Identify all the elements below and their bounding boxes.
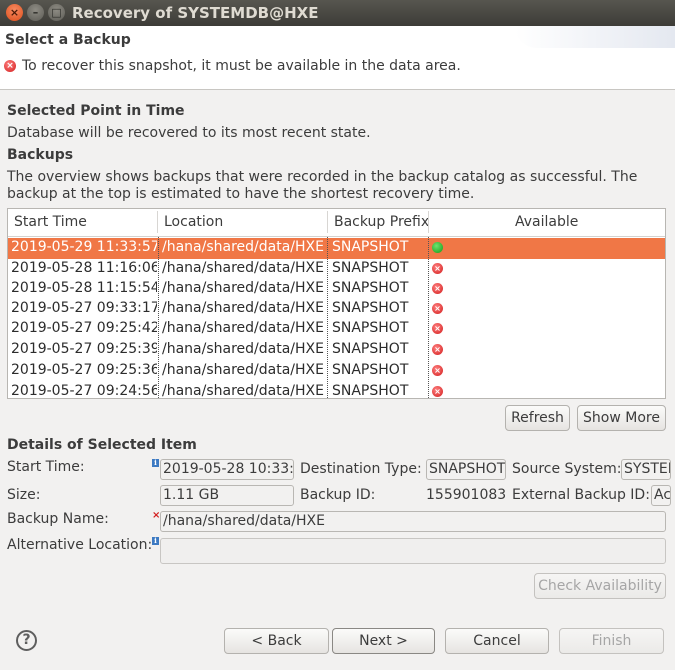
table-row[interactable]: 2019-05-27 09:25:39/hana/shared/data/HXE… bbox=[8, 340, 665, 361]
close-window-icon[interactable]: × bbox=[6, 4, 23, 21]
start-time-label: Start Time: bbox=[7, 459, 85, 475]
unavailable-error-icon: × bbox=[432, 344, 443, 355]
destination-type-label: Destination Type: bbox=[300, 461, 422, 477]
backup-id-value: 1559010837 bbox=[426, 487, 506, 503]
backups-table[interactable]: Start Time Location Backup Prefix Availa… bbox=[7, 208, 666, 399]
table-row[interactable]: 2019-05-27 09:33:17/hana/shared/data/HXE… bbox=[8, 299, 665, 320]
table-row[interactable]: 2019-05-29 11:33:57/hana/shared/data/HXE… bbox=[8, 238, 665, 259]
table-row[interactable]: 2019-05-27 09:25:36/hana/shared/data/HXE… bbox=[8, 361, 665, 382]
wizard-page-title: Select a Backup bbox=[5, 32, 131, 48]
info-icon: i bbox=[152, 537, 159, 545]
details-heading: Details of Selected Item bbox=[7, 437, 197, 453]
wizard-header: Select a Backup × To recover this snapsh… bbox=[0, 26, 675, 90]
table-header: Start Time Location Backup Prefix Availa… bbox=[8, 209, 665, 237]
info-icon: i bbox=[152, 459, 159, 467]
unavailable-error-icon: × bbox=[432, 263, 443, 274]
start-time-cell: 2019-05-27 09:25:39 bbox=[11, 341, 157, 357]
start-time-cell: 2019-05-27 09:25:36 bbox=[11, 362, 157, 378]
refresh-button[interactable]: Refresh bbox=[505, 405, 570, 431]
location-cell: /hana/shared/data/HXE bbox=[162, 320, 324, 336]
start-time-field[interactable]: 2019-05-28 10:33:57 bbox=[160, 459, 294, 480]
minimize-window-icon[interactable]: – bbox=[27, 4, 44, 21]
banner-decoration bbox=[515, 26, 675, 48]
backups-description-line1: The overview shows backups that were rec… bbox=[7, 169, 638, 185]
cancel-button[interactable]: Cancel bbox=[445, 628, 549, 654]
column-header-start-time[interactable]: Start Time bbox=[14, 214, 87, 230]
backup-id-label: Backup ID: bbox=[300, 487, 376, 503]
location-cell: /hana/shared/data/HXE bbox=[162, 362, 324, 378]
maximize-window-icon[interactable]: □ bbox=[48, 4, 65, 21]
title-bar: × – □ Recovery of SYSTEMDB@HXE bbox=[0, 0, 675, 26]
size-label: Size: bbox=[7, 487, 41, 503]
show-more-button[interactable]: Show More bbox=[577, 405, 666, 431]
external-backup-id-field[interactable]: Ac bbox=[651, 485, 671, 506]
column-header-available[interactable]: Available bbox=[515, 214, 578, 230]
unavailable-error-icon: × bbox=[432, 303, 443, 314]
help-icon[interactable]: ? bbox=[16, 630, 37, 651]
backup-prefix-cell: SNAPSHOT bbox=[332, 280, 409, 296]
alternative-location-field[interactable] bbox=[160, 538, 666, 564]
check-availability-button[interactable]: Check Availability bbox=[534, 573, 666, 599]
error-icon: × bbox=[4, 60, 16, 72]
backup-prefix-cell: SNAPSHOT bbox=[332, 320, 409, 336]
window-title: Recovery of SYSTEMDB@HXE bbox=[72, 4, 319, 22]
unavailable-error-icon: × bbox=[432, 365, 443, 376]
external-backup-id-label: External Backup ID: bbox=[512, 487, 650, 503]
wizard-error-message: To recover this snapshot, it must be ava… bbox=[22, 58, 461, 74]
alternative-location-label: Alternative Location: bbox=[7, 537, 153, 553]
unavailable-error-icon: × bbox=[432, 323, 443, 334]
table-row[interactable]: 2019-05-28 11:16:06/hana/shared/data/HXE… bbox=[8, 259, 665, 280]
backup-prefix-cell: SNAPSHOT bbox=[332, 300, 409, 316]
location-cell: /hana/shared/data/HXE bbox=[162, 239, 324, 255]
start-time-cell: 2019-05-27 09:24:56 bbox=[11, 383, 157, 399]
start-time-cell: 2019-05-29 11:33:57 bbox=[11, 239, 157, 255]
start-time-cell: 2019-05-27 09:33:17 bbox=[11, 300, 157, 316]
point-in-time-text: Database will be recovered to its most r… bbox=[7, 125, 371, 141]
location-cell: /hana/shared/data/HXE bbox=[162, 383, 324, 399]
column-header-backup-prefix[interactable]: Backup Prefix bbox=[334, 214, 429, 230]
point-in-time-heading: Selected Point in Time bbox=[7, 103, 185, 119]
size-field[interactable]: 1.11 GB bbox=[160, 485, 294, 506]
location-cell: /hana/shared/data/HXE bbox=[162, 260, 324, 276]
unavailable-error-icon: × bbox=[432, 386, 443, 397]
location-cell: /hana/shared/data/HXE bbox=[162, 300, 324, 316]
source-system-label: Source System: bbox=[512, 461, 622, 477]
backup-prefix-cell: SNAPSHOT bbox=[332, 239, 409, 255]
source-system-field[interactable]: SYSTEMDB@HXE bbox=[621, 459, 671, 480]
destination-type-field[interactable]: SNAPSHOT bbox=[426, 459, 506, 480]
backup-prefix-cell: SNAPSHOT bbox=[332, 362, 409, 378]
available-ok-icon bbox=[432, 242, 443, 253]
start-time-cell: 2019-05-28 11:15:54 bbox=[11, 280, 157, 296]
start-time-cell: 2019-05-28 11:16:06 bbox=[11, 260, 157, 276]
back-button[interactable]: < Back bbox=[224, 628, 329, 654]
column-header-location[interactable]: Location bbox=[164, 214, 223, 230]
backup-prefix-cell: SNAPSHOT bbox=[332, 383, 409, 399]
table-row[interactable]: 2019-05-27 09:24:56/hana/shared/data/HXE… bbox=[8, 382, 665, 399]
backup-prefix-cell: SNAPSHOT bbox=[332, 341, 409, 357]
start-time-cell: 2019-05-27 09:25:42 bbox=[11, 320, 157, 336]
location-cell: /hana/shared/data/HXE bbox=[162, 341, 324, 357]
location-cell: /hana/shared/data/HXE bbox=[162, 280, 324, 296]
backups-heading: Backups bbox=[7, 147, 74, 163]
next-button[interactable]: Next > bbox=[332, 628, 435, 654]
table-row[interactable]: 2019-05-28 11:15:54/hana/shared/data/HXE… bbox=[8, 279, 665, 300]
backup-name-label: Backup Name: bbox=[7, 511, 109, 527]
table-row[interactable]: 2019-05-27 09:25:42/hana/shared/data/HXE… bbox=[8, 319, 665, 340]
backup-prefix-cell: SNAPSHOT bbox=[332, 260, 409, 276]
unavailable-error-icon: × bbox=[432, 283, 443, 294]
backups-description-line2: backup at the top is estimated to have t… bbox=[7, 186, 475, 202]
backup-name-field[interactable]: /hana/shared/data/HXE bbox=[160, 511, 666, 532]
finish-button[interactable]: Finish bbox=[559, 628, 664, 654]
